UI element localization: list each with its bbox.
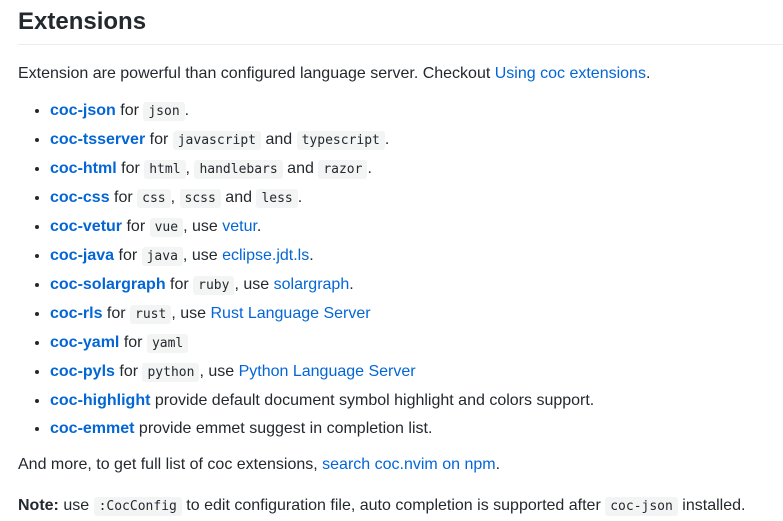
extension-item-coc-solargraph: coc-solargraph for ruby, use solargraph. (50, 273, 783, 298)
intro-end: . (645, 65, 651, 82)
coc-vetur-link[interactable]: coc-vetur (50, 218, 122, 235)
code-less: less (256, 189, 298, 208)
code-vue: vue (149, 218, 184, 237)
coc-tsserver-link[interactable]: coc-tsserver (50, 131, 145, 148)
code-ruby: ruby (193, 276, 235, 295)
readme-section: Extensions Extension are powerful than c… (0, 0, 783, 519)
extension-item-coc-pyls: coc-pyls for python, use Python Language… (50, 360, 783, 385)
item-text: for (114, 363, 143, 380)
search-npm-link[interactable]: search coc.nvim on npm (322, 456, 495, 473)
item-text: provide default document symbol highligh… (150, 392, 595, 409)
code-html: html (144, 160, 186, 179)
code-typescript: typescript (296, 131, 385, 150)
extension-item-coc-emmet: coc-emmet provide emmet suggest in compl… (50, 417, 783, 441)
item-text: for (165, 276, 194, 293)
item-text: for (145, 131, 173, 148)
coc-yaml-link[interactable]: coc-yaml (50, 334, 119, 351)
code-handlebars: handlebars (194, 160, 283, 179)
extension-item-coc-rls: coc-rls for rust, use Rust Language Serv… (50, 302, 783, 327)
doc-link[interactable]: solargraph (274, 276, 350, 293)
intro-paragraph: Extension are powerful than configured l… (18, 62, 783, 86)
more-end: . (495, 456, 501, 473)
item-text: for (115, 102, 144, 119)
item-text: . (297, 189, 303, 206)
coc-config-code: :CocConfig (93, 497, 182, 516)
item-text: , use (171, 305, 211, 322)
item-text: and (220, 189, 257, 206)
item-text: , use (199, 363, 239, 380)
using-coc-extensions-link[interactable]: Using coc extensions (495, 65, 646, 82)
item-text: and (261, 131, 297, 148)
item-text: for (102, 305, 131, 322)
note-text-2: to edit configuration file, auto complet… (181, 497, 606, 514)
item-text: for (119, 334, 147, 351)
doc-link[interactable]: Python Language Server (239, 363, 416, 380)
coc-html-link[interactable]: coc-html (50, 160, 117, 177)
coc-emmet-link[interactable]: coc-emmet (50, 420, 134, 437)
coc-solargraph-link[interactable]: coc-solargraph (50, 276, 166, 293)
extension-item-coc-java: coc-java for java, use eclipse.jdt.ls. (50, 244, 783, 269)
section-heading: Extensions (18, 0, 783, 45)
code-razor: razor (318, 160, 368, 179)
more-paragraph: And more, to get full list of coc extens… (18, 453, 783, 477)
note-text-3: installed. (677, 497, 746, 514)
item-text: . (309, 247, 314, 264)
item-text: , (170, 189, 180, 206)
code-java: java (141, 247, 183, 266)
extension-item-coc-tsserver: coc-tsserver for javascript and typescri… (50, 128, 783, 153)
coc-css-link[interactable]: coc-css (50, 189, 110, 206)
code-python: python (142, 363, 200, 382)
coc-highlight-link[interactable]: coc-highlight (50, 392, 150, 409)
note-label: Note: (18, 497, 59, 514)
item-text: for (114, 247, 142, 264)
item-text: . (184, 102, 190, 119)
code-javascript: javascript (172, 131, 262, 150)
extension-item-coc-css: coc-css for css, scss and less. (50, 186, 783, 211)
extension-item-coc-yaml: coc-yaml for yaml (50, 331, 783, 356)
doc-link[interactable]: vetur (222, 218, 257, 235)
more-text: And more, to get full list of coc extens… (18, 456, 323, 473)
extension-item-coc-highlight: coc-highlight provide default document s… (50, 389, 783, 413)
intro-text: Extension are powerful than configured l… (18, 65, 495, 82)
code-json: json (143, 102, 185, 121)
item-text: and (282, 160, 319, 177)
coc-json-code: coc-json (605, 497, 678, 516)
note-text-1: use (58, 497, 94, 514)
coc-pyls-link[interactable]: coc-pyls (50, 363, 115, 380)
extensions-list: coc-json for json.coc-tsserver for javas… (18, 99, 783, 441)
item-text: for (109, 189, 138, 206)
item-text: , use (182, 247, 223, 264)
code-css: css (137, 189, 171, 208)
item-text: for (122, 218, 150, 235)
doc-link[interactable]: eclipse.jdt.ls (222, 247, 309, 264)
extension-item-coc-json: coc-json for json. (50, 99, 783, 124)
item-text: . (367, 160, 372, 177)
item-text: . (384, 131, 390, 148)
coc-java-link[interactable]: coc-java (50, 247, 114, 264)
item-text: provide emmet suggest in completion list… (134, 420, 433, 437)
coc-json-link[interactable]: coc-json (50, 102, 116, 119)
code-yaml: yaml (146, 334, 189, 353)
item-text: , use (234, 276, 274, 293)
code-rust: rust (130, 305, 172, 324)
doc-link[interactable]: Rust Language Server (210, 305, 370, 322)
item-text: . (256, 218, 262, 235)
extension-item-coc-html: coc-html for html, handlebars and razor. (50, 157, 783, 182)
item-text: , use (183, 218, 223, 235)
note-paragraph: Note: use :CocConfig to edit configurati… (18, 494, 783, 519)
item-text: for (116, 160, 145, 177)
code-scss: scss (179, 189, 221, 208)
coc-rls-link[interactable]: coc-rls (50, 305, 102, 322)
extension-item-coc-vetur: coc-vetur for vue, use vetur. (50, 215, 783, 240)
item-text: . (349, 276, 354, 293)
